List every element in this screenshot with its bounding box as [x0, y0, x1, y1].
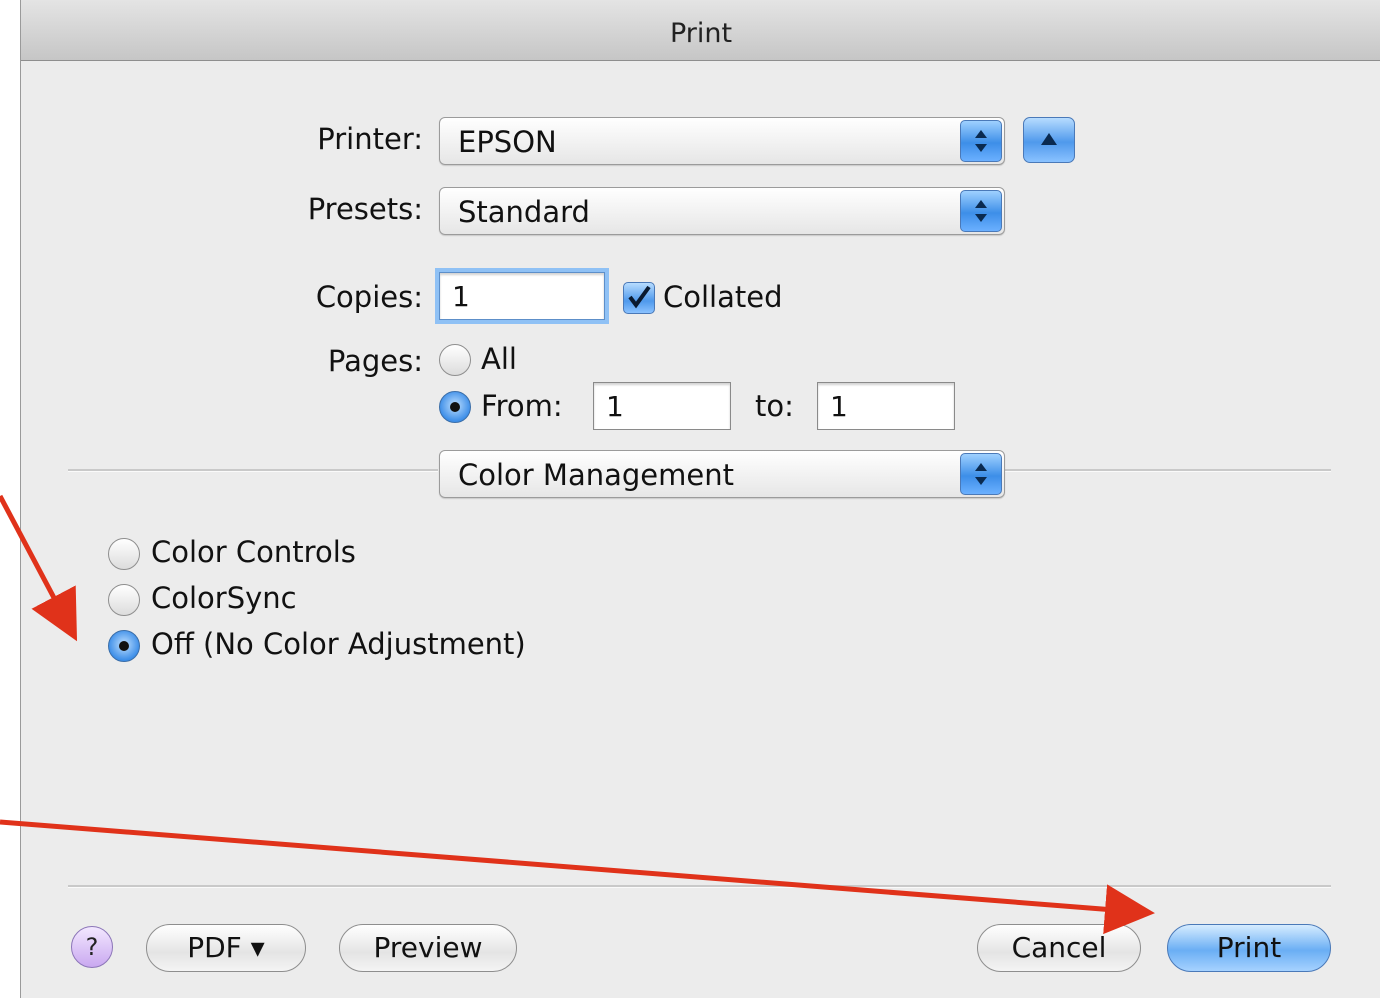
presets-popup[interactable]: Standard: [439, 187, 1005, 235]
to-page-field[interactable]: [817, 382, 955, 430]
pages-label: Pages:: [327, 344, 423, 378]
copies-field[interactable]: [439, 272, 605, 320]
color-option-label: ColorSync: [151, 581, 297, 615]
copies-input[interactable]: [450, 279, 586, 314]
printer-value: EPSON: [458, 125, 557, 159]
color-option-label: Color Controls: [151, 535, 356, 569]
off-no-color-adjustment-radio[interactable]: [108, 630, 140, 662]
copies-label: Copies:: [315, 280, 423, 314]
pages-to-label: to:: [755, 389, 794, 423]
printer-label: Printer:: [317, 122, 423, 156]
separator-right: [1005, 469, 1331, 472]
panel-selector-popup[interactable]: Color Management: [439, 450, 1005, 498]
up-down-arrows-icon: [960, 120, 1002, 162]
checkmark-icon: [628, 285, 651, 309]
pages-from-label: From:: [481, 389, 563, 423]
printer-popup[interactable]: EPSON: [439, 117, 1005, 165]
footer-separator: [68, 885, 1331, 888]
triangle-up-icon: [1041, 133, 1057, 145]
colorsync-radio[interactable]: [108, 584, 140, 616]
panel-selector-value: Color Management: [458, 458, 734, 492]
dialog-title: Print: [669, 18, 733, 49]
title-bar[interactable]: Print: [21, 0, 1380, 61]
print-dialog: Print Printer: EPSON Presets: Standard C…: [20, 0, 1380, 998]
pdf-menu-button[interactable]: PDF ▾: [146, 924, 306, 972]
pages-all-label: All: [481, 342, 517, 376]
from-page-input[interactable]: [604, 389, 717, 424]
cancel-button[interactable]: Cancel: [977, 924, 1141, 972]
preview-button[interactable]: Preview: [339, 924, 517, 972]
color-controls-radio[interactable]: [108, 538, 140, 570]
collapse-details-button[interactable]: [1023, 117, 1075, 163]
presets-value: Standard: [458, 195, 590, 229]
up-down-arrows-icon: [960, 453, 1002, 495]
pages-from-radio[interactable]: [439, 391, 471, 423]
collated-checkbox[interactable]: [623, 282, 655, 314]
pages-all-radio[interactable]: [439, 344, 471, 376]
separator-left: [68, 469, 438, 472]
print-button[interactable]: Print: [1167, 924, 1331, 972]
help-button[interactable]: ?: [71, 926, 113, 968]
collated-label: Collated: [663, 280, 783, 314]
presets-label: Presets:: [307, 192, 423, 226]
up-down-arrows-icon: [960, 190, 1002, 232]
to-page-input[interactable]: [828, 389, 941, 424]
color-option-label: Off (No Color Adjustment): [151, 627, 526, 661]
from-page-field[interactable]: [593, 382, 731, 430]
